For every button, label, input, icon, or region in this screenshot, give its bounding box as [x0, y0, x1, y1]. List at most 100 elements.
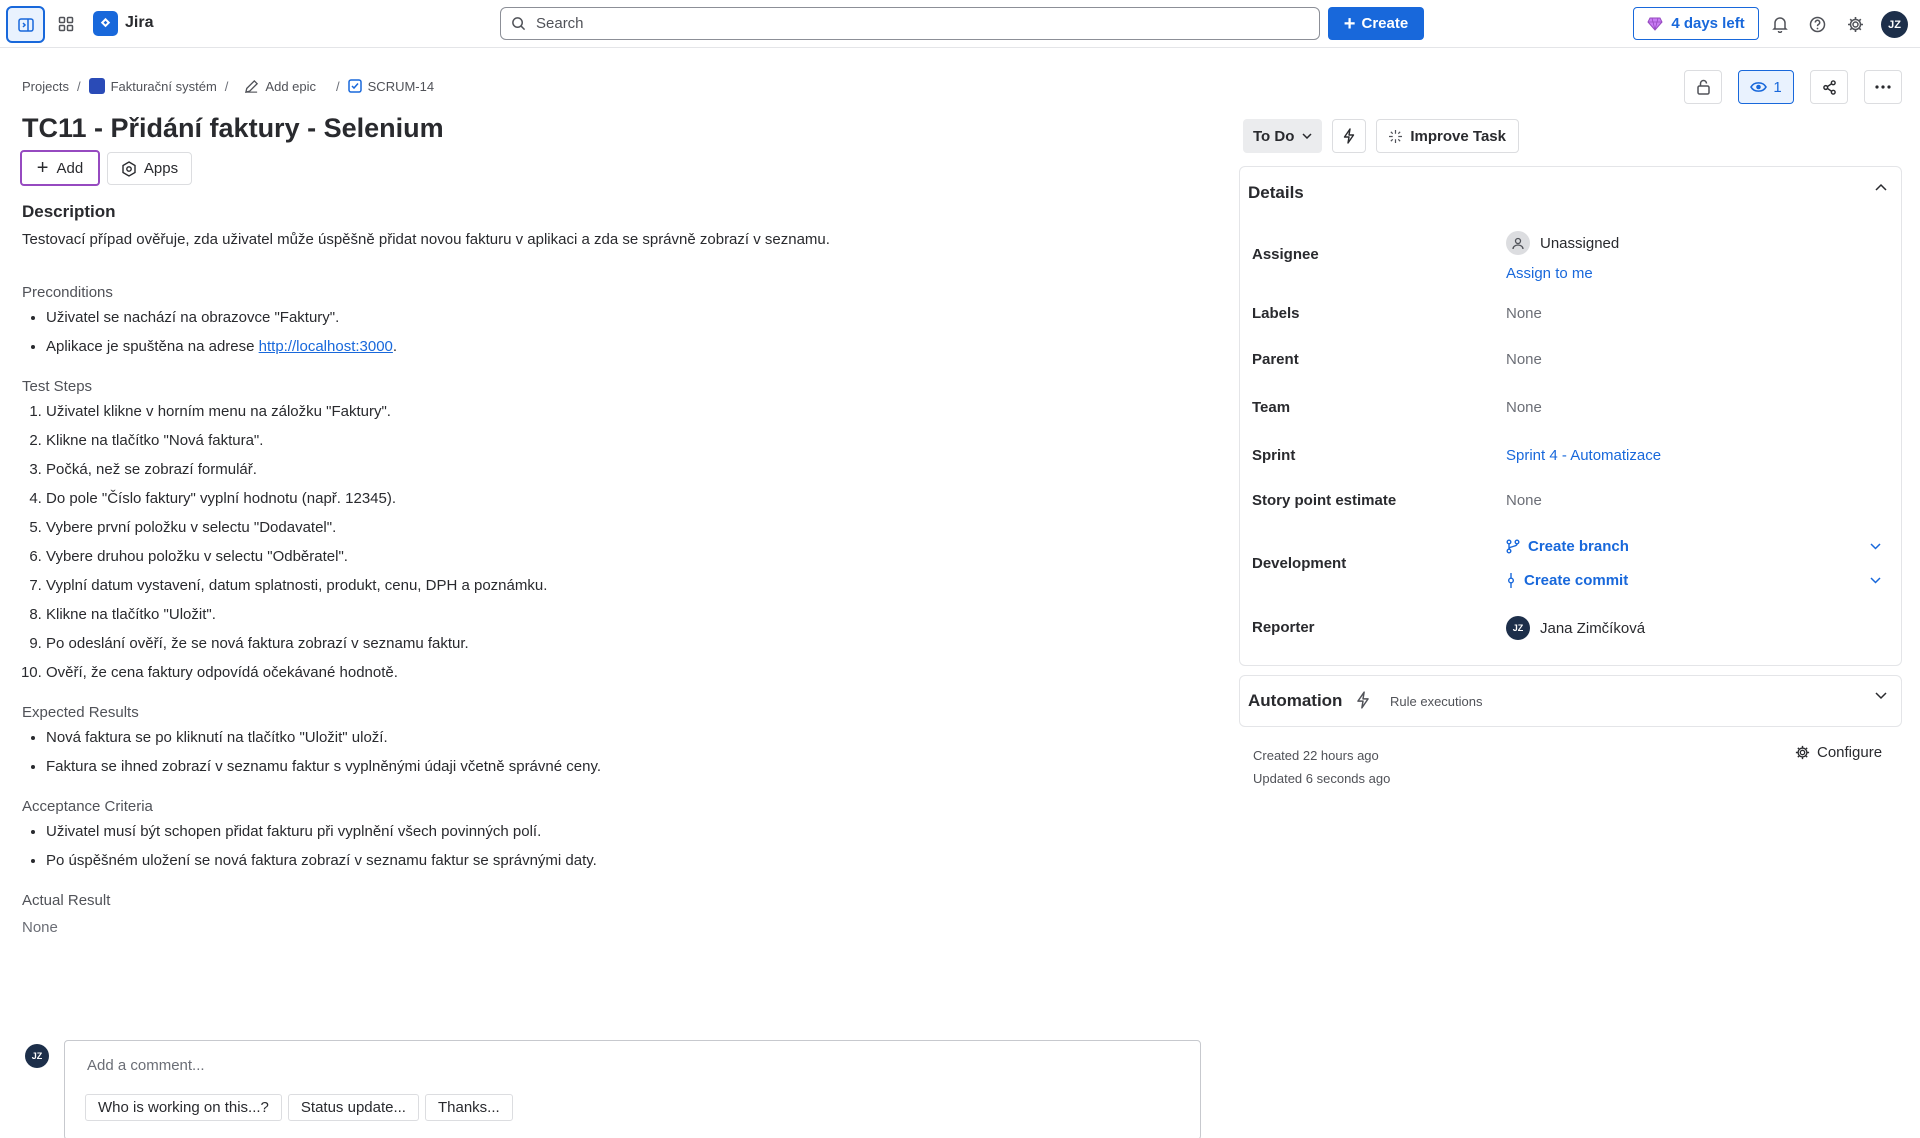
assignee-value: Unassigned	[1540, 234, 1620, 252]
breadcrumb-project-label: Fakturační systém	[110, 78, 217, 94]
gem-icon	[1647, 17, 1663, 31]
reporter-field[interactable]: JZ Jana Zimčíková	[1506, 616, 1645, 640]
status-dropdown[interactable]: To Do	[1243, 119, 1323, 153]
apps-label: Apps	[143, 160, 179, 177]
create-commit-label: Create commit	[1524, 572, 1629, 589]
parent-value[interactable]: None	[1506, 351, 1542, 368]
actions-button[interactable]	[1332, 119, 1367, 153]
labels-value[interactable]: None	[1506, 305, 1542, 322]
description-section[interactable]: Description Testovací případ ověřuje, zd…	[22, 200, 1192, 936]
list-item: Po odeslání ověří, že se nová faktura zo…	[46, 635, 1192, 653]
issue-actions: 1	[1684, 70, 1902, 104]
comment-input[interactable]: Add a comment... Who is working on this.…	[64, 1040, 1201, 1138]
watchers-count: 1	[1773, 78, 1782, 96]
create-button[interactable]: + Create	[1328, 7, 1424, 40]
quick-reply-button[interactable]: Who is working on this...?	[85, 1094, 282, 1121]
quick-reply-button[interactable]: Status update...	[287, 1094, 419, 1121]
acceptance-criteria-title: Acceptance Criteria	[22, 798, 153, 815]
app-switcher-button[interactable]	[52, 10, 80, 38]
pencil-icon	[245, 79, 259, 93]
more-actions-button[interactable]	[1864, 70, 1902, 104]
comment-avatar: JZ	[25, 1044, 49, 1068]
issue-title[interactable]: TC11 - Přidání faktury - Selenium	[22, 113, 444, 144]
help-button[interactable]	[1803, 10, 1831, 38]
help-icon	[1809, 16, 1825, 32]
quick-replies: Who is working on this...? Status update…	[85, 1094, 513, 1121]
share-button[interactable]	[1810, 70, 1848, 104]
create-label: Create	[1361, 15, 1409, 32]
branch-icon	[1506, 539, 1520, 554]
create-branch-label: Create branch	[1528, 538, 1629, 555]
list-item-text: .	[392, 338, 398, 355]
preconditions-list: Uživatel se nachází na obrazovce "Faktur…	[46, 309, 1192, 356]
apps-icon	[122, 160, 136, 177]
sidebar-icon	[17, 17, 34, 32]
watch-button[interactable]: 1	[1738, 70, 1794, 104]
assignee-label: Assignee	[1252, 246, 1319, 263]
list-item: Vybere druhou položku v selectu "Odběrat…	[46, 548, 1192, 566]
created-timestamp: Created 22 hours ago	[1253, 748, 1379, 763]
breadcrumb: Projects / Fakturační systém / Add epic …	[22, 78, 434, 94]
improve-task-label: Improve Task	[1410, 127, 1506, 145]
configure-button[interactable]: Configure	[1795, 744, 1882, 761]
notifications-button[interactable]	[1766, 10, 1794, 38]
quick-reply-button[interactable]: Thanks...	[424, 1094, 513, 1121]
test-steps-title: Test Steps	[22, 378, 93, 395]
create-commit-button[interactable]: Create commit	[1506, 572, 1881, 589]
reporter-avatar: JZ	[1506, 616, 1530, 640]
gear-icon	[1795, 745, 1810, 760]
description-intro: Testovací případ ověřuje, zda uživatel m…	[22, 231, 830, 248]
development-label: Development	[1252, 555, 1347, 572]
lightning-icon	[1357, 691, 1369, 709]
comment-placeholder: Add a comment...	[87, 1057, 205, 1074]
list-item-text: Aplikace je spuštěna na adrese	[46, 338, 259, 355]
user-avatar[interactable]: JZ	[1881, 11, 1908, 38]
issue-timestamps: Created 22 hours ago Updated 6 seconds a…	[1253, 744, 1390, 790]
settings-button[interactable]	[1841, 10, 1869, 38]
trial-button[interactable]: 4 days left	[1633, 7, 1759, 40]
test-steps-list: Uživatel klikne v horním menu na záložku…	[46, 403, 1192, 682]
breadcrumb-projects[interactable]: Projects	[22, 79, 69, 94]
actual-result-title: Actual Result	[22, 892, 111, 909]
automation-title: Automation	[1248, 691, 1343, 710]
more-icon	[1875, 85, 1891, 89]
automation-panel[interactable]: Automation Rule executions	[1239, 675, 1902, 727]
sidebar-toggle-button[interactable]	[6, 6, 45, 43]
breadcrumb-issue-key: SCRUM-14	[367, 78, 435, 94]
reporter-label: Reporter	[1252, 619, 1315, 636]
trial-label: 4 days left	[1671, 15, 1745, 32]
breadcrumb-project[interactable]: Fakturační systém	[88, 78, 217, 94]
rule-executions-link[interactable]: Rule executions	[1390, 694, 1483, 709]
chevron-down-icon	[1870, 577, 1881, 584]
assign-to-me-link[interactable]: Assign to me	[1506, 265, 1593, 282]
apps-button[interactable]: Apps	[107, 152, 192, 185]
chevron-down-icon[interactable]	[1875, 692, 1887, 700]
create-branch-button[interactable]: Create branch	[1506, 538, 1881, 555]
chevron-up-icon[interactable]	[1875, 183, 1887, 191]
restrict-button[interactable]	[1684, 70, 1722, 104]
details-panel: Details Assignee Unassigned Assign to me…	[1239, 166, 1902, 666]
sparkle-icon	[1389, 129, 1403, 143]
commit-icon	[1508, 573, 1514, 588]
improve-task-button[interactable]: Improve Task	[1376, 119, 1519, 153]
breadcrumb-issue[interactable]: SCRUM-14	[347, 78, 435, 94]
breadcrumb-add-epic[interactable]: Add epic	[244, 79, 316, 94]
app-name[interactable]: Jira	[125, 14, 153, 32]
preconditions-title: Preconditions	[22, 284, 113, 301]
updated-timestamp: Updated 6 seconds ago	[1253, 771, 1391, 786]
jira-logo-icon[interactable]	[93, 11, 118, 36]
search-input[interactable]: Search	[500, 7, 1320, 40]
list-item: Po úspěšném uložení se nová faktura zobr…	[46, 852, 1192, 870]
team-label: Team	[1252, 399, 1291, 416]
assignee-field[interactable]: Unassigned	[1506, 231, 1619, 255]
lightning-icon	[1344, 128, 1355, 144]
story-points-value[interactable]: None	[1506, 492, 1542, 509]
list-item: Uživatel klikne v horním menu na záložku…	[46, 403, 1192, 421]
breadcrumb-separator: /	[336, 78, 340, 94]
localhost-link[interactable]: http://localhost:3000	[259, 338, 393, 355]
add-button[interactable]: + Add	[20, 150, 100, 186]
sprint-value[interactable]: Sprint 4 - Automatizace	[1506, 447, 1661, 464]
details-heading[interactable]: Details	[1248, 183, 1304, 203]
team-value[interactable]: None	[1506, 399, 1542, 416]
top-navigation: Jira Search + Create 4 days left JZ	[0, 0, 1920, 48]
